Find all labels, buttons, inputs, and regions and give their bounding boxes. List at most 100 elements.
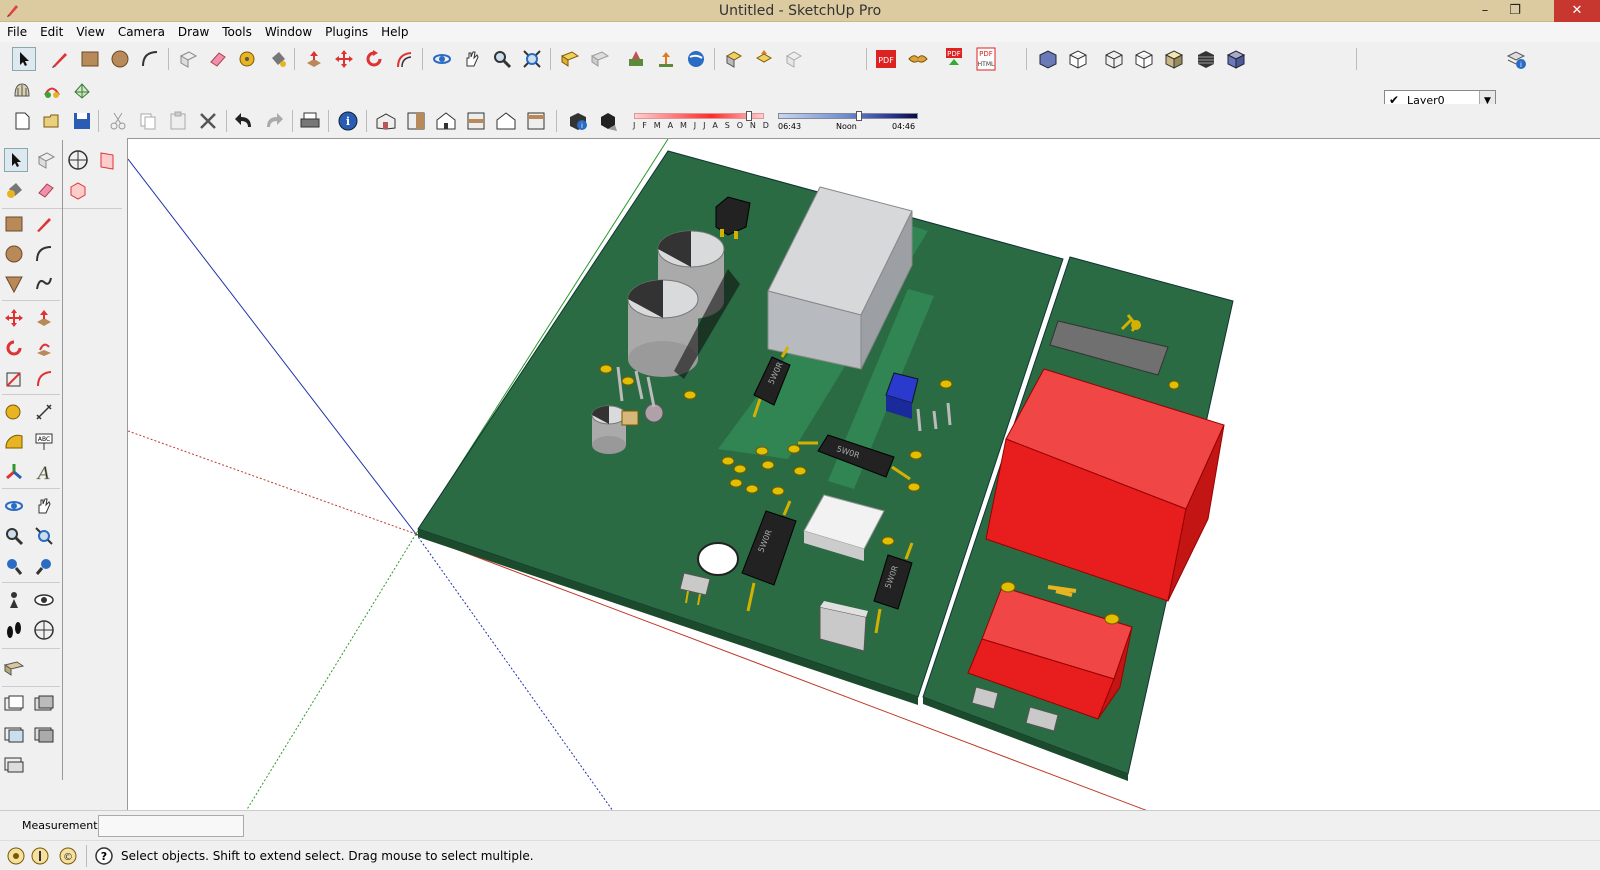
- front-view-icon[interactable]: [434, 109, 458, 133]
- redo-icon[interactable]: [262, 109, 286, 133]
- credits-icon[interactable]: [28, 844, 52, 868]
- sandbox-from-scratch-icon[interactable]: [40, 78, 64, 102]
- print-icon[interactable]: [298, 109, 322, 133]
- sandbox-from-contours-icon[interactable]: [10, 78, 34, 102]
- time-slider-thumb[interactable]: [856, 111, 862, 121]
- shadow-settings-icon[interactable]: i: [566, 109, 590, 133]
- protractor-palette-icon[interactable]: [2, 430, 26, 454]
- shaded-icon[interactable]: [1162, 47, 1186, 71]
- right-view-icon[interactable]: [464, 109, 488, 133]
- move-palette-icon[interactable]: [2, 306, 26, 330]
- menu-draw[interactable]: Draw: [171, 22, 215, 39]
- follow-me-palette-icon[interactable]: [32, 336, 56, 360]
- axes-palette-icon[interactable]: [2, 460, 26, 484]
- get-models-icon[interactable]: [558, 47, 582, 71]
- menu-camera[interactable]: Camera: [111, 22, 171, 39]
- make-component-icon[interactable]: [176, 47, 200, 71]
- scene-5-palette-icon[interactable]: [2, 752, 26, 776]
- monochrome-icon[interactable]: [1224, 47, 1248, 71]
- menu-tools[interactable]: Tools: [215, 22, 258, 39]
- small-capacitor[interactable]: [591, 405, 627, 454]
- help-icon[interactable]: ?: [92, 844, 116, 868]
- zoom-extents-icon[interactable]: [520, 47, 544, 71]
- date-slider[interactable]: JFMAMJJASOND: [630, 110, 770, 132]
- preview-google-earth-icon[interactable]: [684, 47, 708, 71]
- scene-3-palette-icon[interactable]: [2, 722, 26, 746]
- line-palette-icon[interactable]: [32, 212, 56, 236]
- date-slider-thumb[interactable]: [746, 111, 752, 121]
- section-display-icon[interactable]: [96, 148, 120, 172]
- geo-location-icon[interactable]: [4, 844, 28, 868]
- zoom-icon[interactable]: [490, 47, 514, 71]
- zoom-palette-icon[interactable]: [2, 524, 26, 548]
- cut-icon[interactable]: [106, 109, 130, 133]
- pdf-html-export-icon[interactable]: PDF HTML: [974, 47, 998, 71]
- position-camera-palette-icon[interactable]: [2, 588, 26, 612]
- select-icon[interactable]: [4, 148, 28, 172]
- delete-icon[interactable]: [196, 109, 220, 133]
- tape-measure-palette-icon[interactable]: [2, 400, 26, 424]
- scene-1-palette-icon[interactable]: [2, 692, 26, 716]
- time-slider[interactable]: 06:43 Noon 04:46: [776, 110, 924, 132]
- round-component[interactable]: [697, 542, 739, 576]
- save-icon[interactable]: [70, 109, 94, 133]
- dimension-palette-icon[interactable]: [32, 400, 56, 424]
- paste-icon[interactable]: [166, 109, 190, 133]
- model-info-icon[interactable]: i: [336, 109, 360, 133]
- circle-palette-icon[interactable]: [2, 242, 26, 266]
- add-location-icon[interactable]: [624, 47, 648, 71]
- menu-window[interactable]: Window: [258, 22, 318, 39]
- display-shadows-icon[interactable]: [596, 109, 620, 133]
- pencil-icon[interactable]: [48, 47, 72, 71]
- iso-view-icon[interactable]: [374, 109, 398, 133]
- move-icon[interactable]: [332, 47, 356, 71]
- scale-palette-icon[interactable]: [2, 366, 26, 390]
- disabled-extension-icon[interactable]: [782, 47, 806, 71]
- menu-view[interactable]: View: [69, 22, 110, 39]
- offset-icon[interactable]: [392, 47, 416, 71]
- offset-palette-icon[interactable]: [32, 366, 56, 390]
- top-view-icon[interactable]: [404, 109, 428, 133]
- push-pull-icon[interactable]: [302, 47, 326, 71]
- back-edges-icon[interactable]: [1066, 47, 1090, 71]
- menu-plugins[interactable]: Plugins: [318, 22, 374, 39]
- orbit-palette-icon[interactable]: [2, 494, 26, 518]
- rotate-icon[interactable]: [362, 47, 386, 71]
- polygon-palette-icon[interactable]: [2, 272, 26, 296]
- layer-manager-icon[interactable]: i: [1504, 47, 1528, 71]
- eraser-icon[interactable]: [206, 47, 230, 71]
- menu-help[interactable]: Help: [374, 22, 414, 39]
- rotate-palette-icon[interactable]: [2, 336, 26, 360]
- make-component-palette-icon[interactable]: [34, 148, 58, 172]
- text-palette-icon[interactable]: ABC: [32, 430, 56, 454]
- hidden-line-icon[interactable]: [1132, 47, 1156, 71]
- undo-icon[interactable]: [232, 109, 256, 133]
- section-plane-icon[interactable]: [66, 148, 90, 172]
- open-folder-icon[interactable]: [40, 109, 64, 133]
- model-tree-palette-icon[interactable]: [2, 656, 26, 680]
- tape-measure-icon[interactable]: [236, 47, 260, 71]
- pan-icon[interactable]: [460, 47, 484, 71]
- minimize-button[interactable]: –: [1470, 0, 1500, 22]
- eraser-palette-icon[interactable]: [34, 178, 58, 202]
- zoom-window-palette-icon[interactable]: [32, 524, 56, 548]
- extension-warehouse-icon[interactable]: [722, 47, 746, 71]
- section-cuts-icon[interactable]: [66, 178, 90, 202]
- share-model-icon[interactable]: [588, 47, 612, 71]
- pdf-export-icon[interactable]: PDF: [874, 47, 898, 71]
- copy-icon[interactable]: [136, 109, 160, 133]
- menu-edit[interactable]: Edit: [33, 22, 69, 39]
- menu-file[interactable]: File: [0, 22, 33, 39]
- toggle-terrain-icon[interactable]: [654, 47, 678, 71]
- pcb-model-scene[interactable]: 5W0R 5W0R 5W0R 5W0R: [127, 138, 1600, 812]
- user-account-icon[interactable]: ©: [56, 844, 80, 868]
- wireframe-icon[interactable]: [1102, 47, 1126, 71]
- close-button[interactable]: ✕: [1554, 0, 1600, 22]
- scene-2-palette-icon[interactable]: [32, 692, 56, 716]
- arc-icon[interactable]: [138, 47, 162, 71]
- push-pull-palette-icon[interactable]: [32, 306, 56, 330]
- previous-view-palette-icon[interactable]: [2, 554, 26, 578]
- next-view-palette-icon[interactable]: [32, 554, 56, 578]
- look-around-palette-icon[interactable]: [32, 588, 56, 612]
- small-ceramic-part[interactable]: [621, 410, 639, 426]
